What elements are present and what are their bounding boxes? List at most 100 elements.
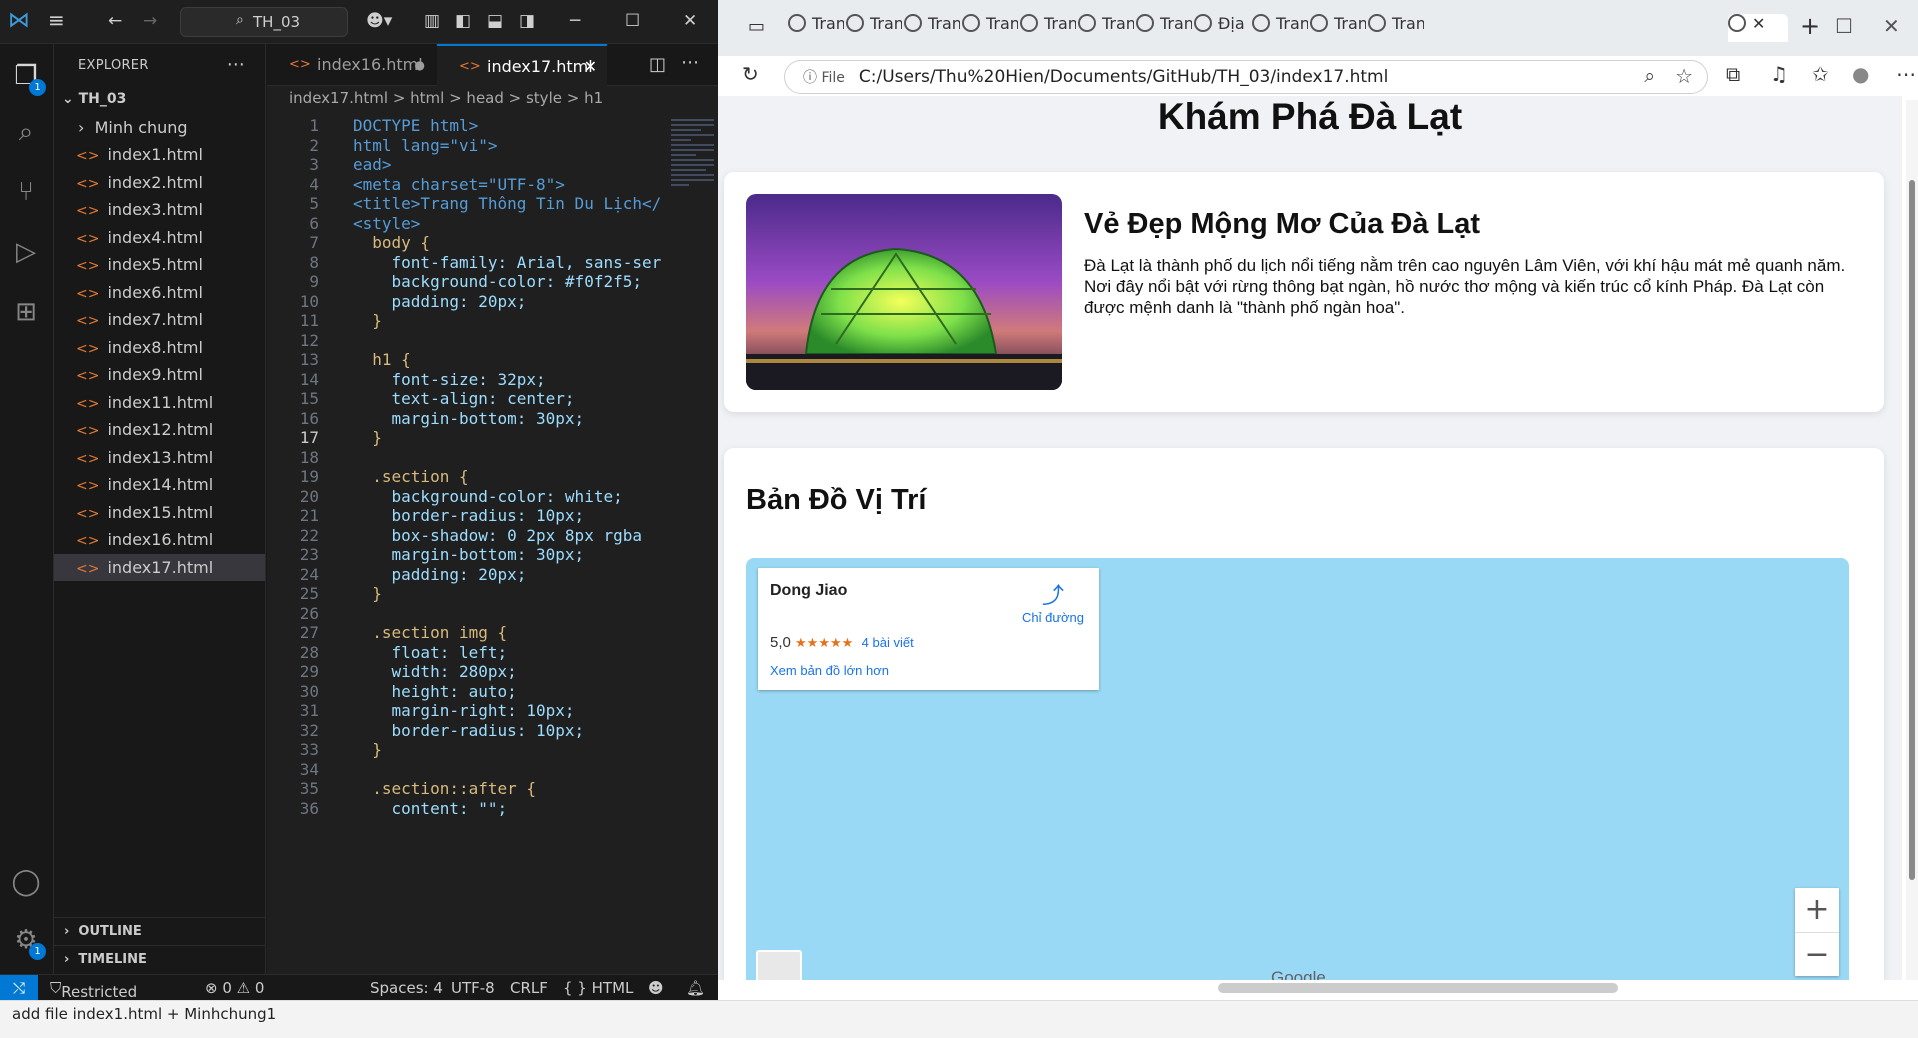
code-line: .section::after {: [353, 779, 537, 798]
tab-index16[interactable]: <> index16.html ●: [267, 44, 437, 86]
more-menu-icon[interactable]: ⋯: [1896, 62, 1916, 86]
source-control-icon[interactable]: ⑂: [8, 174, 44, 210]
reviews-link[interactable]: 4 bài viết: [862, 635, 914, 650]
layout-icon[interactable]: ▥: [424, 11, 440, 31]
browser-tab-active[interactable]: ✕: [1728, 14, 1788, 42]
file-item[interactable]: <> index8.html: [54, 334, 265, 362]
browser-tab[interactable]: Tran: [904, 14, 960, 42]
zoom-in-button[interactable]: +: [1795, 888, 1839, 932]
toggle-sidebar-icon[interactable]: ◧: [455, 11, 471, 31]
browser-tab[interactable]: Tran: [1020, 14, 1076, 42]
restricted-mode[interactable]: ⛉ Restricted Mode: [50, 979, 137, 1019]
run-debug-icon[interactable]: ▷: [8, 234, 44, 270]
file-item[interactable]: <> index6.html: [54, 279, 265, 307]
extensions-icon[interactable]: ⧉: [1726, 62, 1740, 86]
minimap[interactable]: [667, 116, 718, 256]
code-line: h1 {: [353, 350, 411, 369]
map-place-card: Dong Jiao ⤴ Chỉ đường 5,0 ★★★★★ 4 bài viế…: [758, 568, 1099, 690]
problems-indicator[interactable]: ⊗ 0 ⚠ 0: [205, 979, 264, 997]
refresh-icon[interactable]: ↻: [742, 62, 759, 86]
tab-close-icon[interactable]: ✕: [1752, 14, 1765, 33]
menu-icon[interactable]: ≡: [48, 8, 65, 32]
toggle-secondary-sidebar-icon[interactable]: ◨: [519, 11, 535, 31]
file-item[interactable]: <> index17.html: [54, 553, 265, 581]
vertical-scrollbar[interactable]: [1906, 100, 1918, 980]
map-layer-toggle[interactable]: [756, 950, 802, 980]
file-item[interactable]: <> index1.html: [54, 141, 265, 169]
browser-tab[interactable]: Tran: [1310, 14, 1366, 42]
zoom-out-button[interactable]: −: [1795, 932, 1839, 976]
browser-tab[interactable]: Địa: [1194, 14, 1250, 42]
browser-tab[interactable]: Tran: [1078, 14, 1134, 42]
command-center[interactable]: ⌕ TH_03: [180, 7, 348, 37]
tab-index17[interactable]: <> index17.html ✕: [437, 44, 607, 86]
address-bar[interactable]: ⓘ File C:/Users/Thu%20Hien/Documents/GitH…: [784, 60, 1708, 94]
toggle-panel-icon[interactable]: ⬓: [487, 11, 503, 31]
zoom-icon[interactable]: ⌕: [1644, 65, 1655, 87]
media-icon[interactable]: ♫: [1770, 62, 1788, 86]
directions-button[interactable]: ⤴ Chỉ đường: [1013, 578, 1093, 625]
browser-tab[interactable]: Tran: [846, 14, 902, 42]
search-icon[interactable]: ⌕: [8, 114, 44, 150]
explorer-icon[interactable]: ❐ 1: [8, 58, 46, 96]
file-item[interactable]: <> index16.html: [54, 526, 265, 554]
modified-dot-icon: ●: [414, 58, 425, 72]
file-item[interactable]: <> index12.html: [54, 416, 265, 444]
settings-gear-icon[interactable]: ⚙ 1: [8, 922, 46, 960]
extensions-icon[interactable]: ⊞: [8, 294, 44, 330]
browser-tab[interactable]: Tran: [788, 14, 844, 42]
file-item[interactable]: <> index5.html: [54, 251, 265, 279]
outline-section[interactable]: › OUTLINE: [54, 917, 266, 945]
globe-icon: [1368, 14, 1386, 32]
more-actions-icon[interactable]: ⋯: [681, 52, 699, 73]
file-item[interactable]: <> index7.html: [54, 306, 265, 334]
language-indicator[interactable]: { } HTML: [563, 979, 633, 997]
breadcrumb[interactable]: index17.html > html > head > style > h1: [267, 86, 718, 110]
larger-map-link[interactable]: Xem bản đồ lớn hơn: [770, 663, 889, 678]
copilot-icon[interactable]: ☻▾: [366, 11, 392, 31]
code-editor[interactable]: 1 DOCTYPE html> 2 html lang="vi"> 3 ead> 4 <met…: [267, 116, 667, 936]
close-icon[interactable]: ✕: [683, 11, 697, 31]
browser-tab[interactable]: Tran: [1136, 14, 1192, 42]
back-icon[interactable]: ←: [108, 11, 122, 31]
file-item[interactable]: <> index3.html: [54, 196, 265, 224]
browser-tab[interactable]: Tran: [1368, 14, 1424, 42]
favorites-icon[interactable]: ✩: [1812, 62, 1829, 86]
root-folder[interactable]: ⌄ TH_03: [54, 86, 265, 114]
encoding-indicator[interactable]: UTF-8: [451, 979, 495, 997]
google-map[interactable]: Dong Jiao ⤴ Chỉ đường 5,0 ★★★★★ 4 bài viế…: [746, 558, 1849, 980]
profile-avatar-icon[interactable]: ●: [1852, 62, 1869, 86]
account-icon[interactable]: ◯: [8, 864, 44, 900]
file-item[interactable]: <> index15.html: [54, 499, 265, 527]
browser-tab[interactable]: Tran: [1252, 14, 1308, 42]
favorite-star-icon[interactable]: ☆: [1675, 64, 1693, 88]
indent-indicator[interactable]: Spaces: 4: [370, 979, 443, 997]
notifications-bell-icon[interactable]: 🔔︎: [686, 979, 705, 997]
commit-message[interactable]: add file index1.html + Minhchung1: [12, 1005, 276, 1023]
folder-item[interactable]: › Minh chung: [54, 114, 265, 142]
file-item[interactable]: <> index9.html: [54, 361, 265, 389]
new-tab-icon[interactable]: +: [1800, 12, 1820, 40]
minimize-icon[interactable]: ─: [570, 11, 580, 31]
file-item[interactable]: <> index13.html: [54, 444, 265, 472]
tab-actions-icon[interactable]: ▭: [748, 16, 765, 37]
maximize-icon[interactable]: ☐: [625, 11, 640, 31]
file-item[interactable]: <> index4.html: [54, 224, 265, 252]
tab-close-icon[interactable]: ✕: [584, 46, 597, 88]
file-item[interactable]: <> index11.html: [54, 389, 265, 417]
file-item[interactable]: <> index2.html: [54, 169, 265, 197]
more-actions-icon[interactable]: ⋯: [227, 54, 245, 75]
forward-icon[interactable]: →: [143, 11, 157, 31]
timeline-section[interactable]: › TIMELINE: [54, 945, 266, 973]
close-icon[interactable]: ✕: [1883, 14, 1900, 38]
file-item[interactable]: <> index14.html: [54, 471, 265, 499]
line-number: 3: [309, 155, 319, 174]
horizontal-scrollbar[interactable]: [1218, 983, 1618, 993]
maximize-icon[interactable]: ☐: [1835, 14, 1853, 38]
eol-indicator[interactable]: CRLF: [510, 979, 548, 997]
copilot-status-icon[interactable]: ☻: [648, 979, 664, 997]
globe-icon: [1310, 14, 1328, 32]
browser-tab[interactable]: Tran: [962, 14, 1018, 42]
split-editor-icon[interactable]: ◫: [649, 54, 666, 75]
remote-icon[interactable]: ⤭: [0, 975, 38, 1001]
